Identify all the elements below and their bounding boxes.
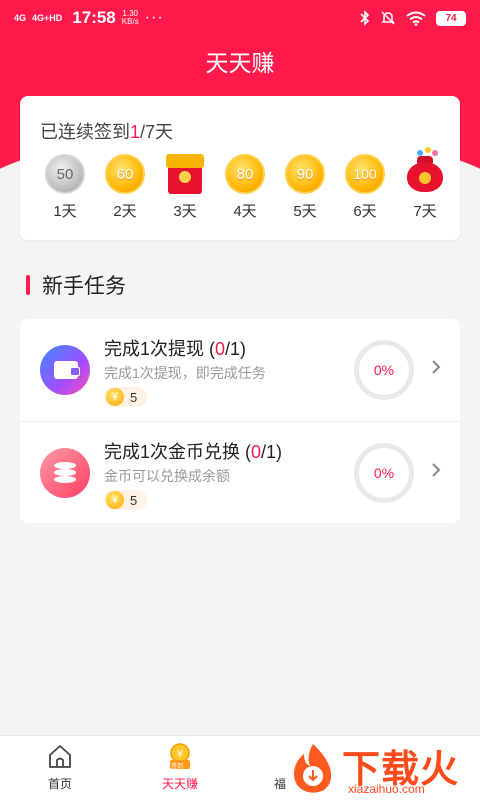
wifi-icon [406,11,426,26]
wallet-icon [40,345,90,395]
checkin-day-value: 80 [236,165,254,183]
task-title-prefix: 完成1次金币兑换 ( [104,442,252,462]
task-reward-amount: 5 [130,389,138,405]
coin-stack-icon [40,448,90,498]
task-progress-value: 0% [373,465,395,481]
more-notifications-icon: ··· [144,9,164,26]
mute-bell-icon [381,11,395,25]
checkin-day-3[interactable]: 3天 [160,154,210,221]
task-reward-badge: ¥ 5 [104,490,148,510]
task-coin-exchange[interactable]: 完成1次金币兑换 (0/1) 金币可以兑换成余额 ¥ 5 0% [20,421,460,523]
battery-indicator: 74 [436,10,466,26]
checkin-card: 已连续签到1/7天 50 1天 60 2天 3天 80 4天 90 5天 100… [20,96,460,240]
task-title-prefix: 完成1次提现 ( [104,339,216,359]
checkin-text-prefix: 已连续签到 [40,122,130,142]
checkin-day-label: 5天 [293,203,317,220]
checkin-day-value: 60 [116,165,134,183]
checkin-day-4[interactable]: 80 4天 [220,154,270,221]
chevron-right-icon[interactable] [430,460,442,480]
checkin-day-7[interactable]: 7天 [400,147,450,221]
task-done-count: 0 [251,442,262,462]
home-icon [49,745,71,768]
checkin-current-day: 1 [130,122,141,142]
checkin-day-value: 100 [353,166,377,182]
silver-coin-icon: 50 [45,154,85,194]
status-bar: 4G 4G+HD 17:58 1.30 KB/s ··· 74 [0,0,480,36]
lucky-bag-icon [405,147,445,194]
task-list: 完成1次提现 (0/1) 完成1次提现，即完成任务 ¥ 5 0% 完成1次金币兑… [20,319,460,523]
task-progress-ring: 0% [354,443,414,503]
gold-coin-icon: 90 [285,154,325,194]
signal-1-indicator: 4G [14,12,27,23]
newbie-tasks-heading: 新手任务 [26,270,126,300]
tab-badge: 签到 [171,764,184,770]
checkin-day-2[interactable]: 60 2天 [100,154,150,221]
checkin-text-suffix: /7天 [140,122,174,142]
task-description: 金币可以兑换成余额 [104,468,230,484]
gold-coin-icon: 80 [225,154,265,194]
newbie-tasks-title: 新手任务 [42,275,126,298]
tab-home[interactable]: 首页 [0,736,120,800]
red-packet-icon [166,154,204,194]
checkin-day-5[interactable]: 90 5天 [280,154,330,221]
checkin-day-label: 7天 [413,203,437,220]
tab-label: 首页 [47,777,72,791]
task-reward-amount: 5 [130,492,138,508]
checkin-day-1[interactable]: 50 1天 [40,154,90,221]
yen-coin-icon: ¥ [106,491,124,509]
gold-coin-icon: 100 [345,154,385,194]
task-progress-ring: 0% [354,340,414,400]
task-description: 完成1次提现，即完成任务 [104,365,266,381]
checkin-day-value: 50 [56,165,74,183]
checkin-day-label: 3天 [173,203,197,220]
watermark-url: xiazaihuo.com [348,782,425,796]
gold-coin-icon: 60 [105,154,145,194]
bluetooth-icon [360,10,370,26]
svg-text:¥: ¥ [177,749,183,760]
checkin-day-value: 90 [296,165,314,183]
section-accent-bar [26,275,30,295]
task-withdraw[interactable]: 完成1次提现 (0/1) 完成1次提现，即完成任务 ¥ 5 0% [20,319,460,421]
chevron-right-icon[interactable] [430,357,442,377]
checkin-day-6[interactable]: 100 6天 [340,154,390,221]
yen-coin-icon: ¥ [106,388,124,406]
task-title: 完成1次金币兑换 (0/1) [104,438,282,464]
page-title: 天天赚 [205,50,275,76]
network-speed-unit: KB/s [121,17,139,26]
watermark-logo: 下载火 xiazaihuo.com [282,736,480,800]
task-title: 完成1次提现 (0/1) [104,335,246,361]
task-reward-badge: ¥ 5 [104,387,148,407]
checkin-day-label: 4天 [233,203,257,220]
task-title-suffix: /1) [225,339,247,359]
checkin-days: 50 1天 60 2天 3天 80 4天 90 5天 100 6天 7天 [40,147,443,224]
status-time: 17:58 [72,8,116,27]
task-progress-value: 0% [373,362,395,378]
network-speed: 1.30 KB/s [122,10,139,26]
flame-download-icon [294,744,332,793]
task-done-count: 0 [215,339,226,359]
checkin-day-label: 6天 [353,203,377,220]
task-title-suffix: /1) [261,442,283,462]
signal-2-indicator: 4G+HD [32,12,63,23]
checkin-day-label: 1天 [53,203,77,220]
checkin-day-label: 2天 [113,203,137,220]
checkin-streak-text: 已连续签到1/7天 [40,118,173,144]
